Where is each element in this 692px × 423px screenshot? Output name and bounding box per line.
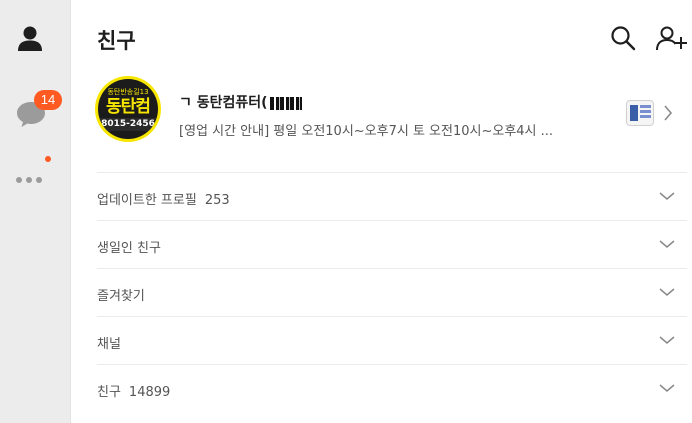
left-nav-rail: 14 — [0, 0, 71, 423]
page-title: 친구 — [97, 29, 136, 53]
search-icon — [611, 26, 636, 51]
section-label: 채널 — [97, 333, 121, 352]
section-updated-profiles[interactable]: 업데이트한 프로필 253 — [97, 172, 687, 220]
add-friend-icon — [656, 26, 687, 51]
section-title: 즐겨찾기 — [97, 289, 145, 304]
section-friends[interactable]: 친구 14899 — [97, 364, 687, 412]
profile-status-message: [영업 시간 안내] 평일 오전10시~오후7시 토 오전10시~오후4시 ..… — [179, 124, 554, 139]
section-count: 253 — [204, 193, 230, 208]
kakaotalk-friends-window: 14 친구 동탄반송길13 동탄컴 8015-2456 ㄱ 동탄컴퓨터([영업… — [0, 0, 692, 423]
chats-unread-badge: 14 — [34, 90, 62, 110]
more-dots-icon — [16, 177, 42, 183]
avatar-brand-text: 동탄컴 — [106, 96, 151, 117]
avatar-logo: 동탄반송길13 동탄컴 8015-2456 — [98, 79, 158, 139]
chevron-down-icon[interactable] — [659, 287, 675, 297]
chevron-down-icon[interactable] — [659, 191, 675, 201]
chevron-down-icon[interactable] — [659, 335, 675, 345]
search-button[interactable] — [609, 24, 637, 52]
profile-row[interactable]: 동탄반송길13 동탄컴 8015-2456 ㄱ 동탄컴퓨터( [영업 시간 안내… — [95, 76, 687, 172]
music-thumbnail[interactable] — [626, 100, 654, 126]
section-favorites[interactable]: 즐겨찾기 — [97, 268, 687, 316]
avatar[interactable]: 동탄반송길13 동탄컴 8015-2456 — [95, 76, 161, 142]
section-title: 생일인 친구 — [97, 241, 161, 256]
section-label: 즐겨찾기 — [97, 285, 145, 304]
more-notification-dot — [45, 156, 51, 162]
avatar-phone-text: 8015-2456 — [98, 117, 158, 131]
section-label: 친구 14899 — [97, 381, 170, 400]
redacted-mark — [269, 96, 302, 110]
friends-panel: 친구 동탄반송길13 동탄컴 8015-2456 ㄱ 동탄컴퓨터([영업 시간… — [71, 0, 692, 423]
avatar-address-text: 동탄반송길13 — [107, 87, 149, 96]
section-title: 업데이트한 프로필 — [97, 193, 197, 208]
section-label: 생일인 친구 — [97, 237, 161, 256]
chevron-down-icon[interactable] — [659, 239, 675, 249]
add-friend-button[interactable] — [655, 24, 689, 52]
section-label: 업데이트한 프로필 253 — [97, 189, 230, 208]
section-title: 친구 — [97, 385, 121, 400]
chevron-right-icon[interactable] — [663, 104, 673, 122]
profile-name-text: ㄱ 동탄컴퓨터( — [179, 95, 268, 111]
friends-tab[interactable] — [16, 24, 44, 52]
section-birthdays[interactable]: 생일인 친구 — [97, 220, 687, 268]
person-icon — [18, 26, 42, 51]
section-count: 14899 — [128, 385, 171, 400]
section-channels[interactable]: 채널 — [97, 316, 687, 364]
section-title: 채널 — [97, 337, 121, 352]
chevron-down-icon[interactable] — [659, 383, 675, 393]
profile-name: ㄱ 동탄컴퓨터( — [179, 92, 302, 112]
more-tab[interactable] — [14, 172, 46, 188]
